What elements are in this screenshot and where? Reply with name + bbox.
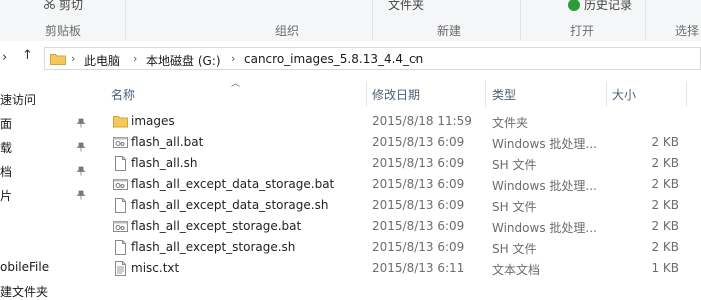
breadcrumb-this-pc[interactable]: 此电脑 [84,52,120,69]
breadcrumb-cancro-folder[interactable]: cancro_images_5.8.13_4.4_cn [244,52,423,66]
file-size: 2 KB [651,135,679,149]
history-label: 历史记录 [584,0,633,12]
pin-icon[interactable] [76,190,86,200]
file-type: 文件夹 [492,116,529,130]
file-date: 2015/8/13 6:09 [372,240,465,254]
clipboard-group-label: 剪贴板 [45,24,82,38]
nav-item-quick-access[interactable]: 速访问 [0,91,36,108]
new-folder-button[interactable]: 文件夹 [388,0,424,13]
nav-item-downloads[interactable]: 载 [0,139,12,156]
breadcrumb-drive-g[interactable]: 本地磁盘 (G:) [146,52,221,69]
nav-item-mobilefile[interactable]: obileFile [0,260,49,274]
file-icon [113,156,128,171]
file-type: Windows 批处理... [492,179,597,193]
breadcrumb-chevron-icon[interactable]: › [133,52,137,65]
new-group-label: 新建 [437,24,462,38]
file-row[interactable]: flash_all.sh 2015/8/13 6:09 SH 文件 2 KB [107,153,687,174]
nav-item-new-folder[interactable]: 建文件夹 [0,283,48,300]
history-button[interactable]: 历史记录 [568,0,632,13]
file-size: 2 KB [651,240,679,254]
folder-icon [50,54,66,65]
ribbon-separator [372,0,373,40]
pin-icon[interactable] [76,142,86,152]
file-date: 2015/8/13 6:09 [372,156,465,170]
file-row[interactable]: images 2015/8/18 11:59 文件夹 [107,111,687,132]
column-header-size[interactable]: 大小 [612,86,636,103]
batch-file-icon [113,135,128,150]
file-row[interactable]: flash_all_except_storage.sh 2015/8/13 6:0… [107,237,687,258]
file-row[interactable]: flash_all_except_data_storage.sh 2015/8/1… [107,195,687,216]
file-date: 2015/8/13 6:09 [372,219,465,233]
file-row[interactable]: misc.txt 2015/8/13 6:11 文本文档 1 KB [107,258,687,279]
pin-icon[interactable] [76,166,86,176]
breadcrumb-chevron-icon[interactable]: › [231,52,235,65]
scissors-icon [44,0,55,9]
file-name: flash_all_except_data_storage.sh [131,198,329,212]
address-bar-row: › ↑ › 此电脑 › 本地磁盘 (G:) › cancro_images_5.… [0,41,701,77]
file-date: 2015/8/13 6:11 [372,261,465,275]
file-size: 1 KB [651,261,679,275]
column-header-date[interactable]: 修改日期 [372,86,420,103]
file-name: flash_all.sh [131,156,198,170]
column-divider[interactable] [366,81,367,107]
column-header-type[interactable]: 类型 [492,86,516,103]
file-size: 2 KB [651,177,679,191]
file-row[interactable]: flash_all.bat 2015/8/13 6:09 Windows 批处理..… [107,132,687,153]
file-row[interactable]: flash_all_except_data_storage.bat 2015/8/… [107,174,687,195]
file-name: flash_all.bat [131,135,204,149]
file-date: 2015/8/18 11:59 [372,114,472,128]
ribbon-separator [125,0,126,40]
column-header-name[interactable]: 名称 [111,86,135,103]
up-arrow-icon[interactable]: ↑ [22,48,33,63]
file-date: 2015/8/13 6:09 [372,135,465,149]
file-size: 2 KB [651,156,679,170]
file-type: Windows 批处理... [492,221,597,235]
file-row[interactable]: flash_all_except_storage.bat 2015/8/13 6:… [107,216,687,237]
breadcrumb-chevron-icon[interactable]: › [414,52,418,65]
file-size: 2 KB [651,198,679,212]
column-divider[interactable] [485,81,486,107]
address-bar[interactable]: › 此电脑 › 本地磁盘 (G:) › cancro_images_5.8.13… [44,47,701,70]
ribbon-separator [520,0,521,40]
select-group-label: 选择 [675,24,700,38]
text-file-icon [113,261,128,276]
open-group-label: 打开 [570,24,595,38]
forward-icon[interactable]: › [2,50,7,65]
ribbon-separator [645,0,646,40]
pin-icon[interactable] [76,118,86,128]
organize-group-label: 组织 [275,24,300,38]
ribbon: 剪切 剪贴板 组织 文件夹 新建 历史记录 打开 选择 [0,0,701,42]
file-type: SH 文件 [492,242,537,256]
file-name: images [131,114,175,128]
folder-icon [113,114,128,129]
file-name: flash_all_except_storage.sh [131,240,296,254]
file-icon [113,240,128,255]
nav-item-pictures[interactable]: 片 [0,187,12,204]
file-icon [113,198,128,213]
scrollbar-area[interactable] [687,77,701,299]
column-header-row: 名称 修改日期 类型 大小 [107,81,687,107]
cut-button[interactable]: 剪切 [44,0,83,13]
file-type: SH 文件 [492,158,537,172]
history-icon [568,0,580,11]
nav-item-desktop[interactable]: 面 [0,115,12,132]
file-date: 2015/8/13 6:09 [372,177,465,191]
file-name: flash_all_except_storage.bat [131,219,302,233]
file-size: 2 KB [651,219,679,233]
file-type: SH 文件 [492,200,537,214]
breadcrumb-chevron-icon[interactable]: › [71,52,75,65]
column-divider[interactable] [606,81,607,107]
file-name: misc.txt [131,261,180,275]
file-type: Windows 批处理... [492,137,597,151]
file-name: flash_all_except_data_storage.bat [131,177,335,191]
file-date: 2015/8/13 6:09 [372,198,465,212]
nav-item-documents[interactable]: 档 [0,163,12,180]
navigation-pane: 速访问 面 载 档 片 obileFile 建文件夹 [0,77,95,299]
batch-file-icon [113,219,128,234]
batch-file-icon [113,177,128,192]
file-type: 文本文档 [492,263,541,277]
cut-label: 剪切 [59,0,84,12]
